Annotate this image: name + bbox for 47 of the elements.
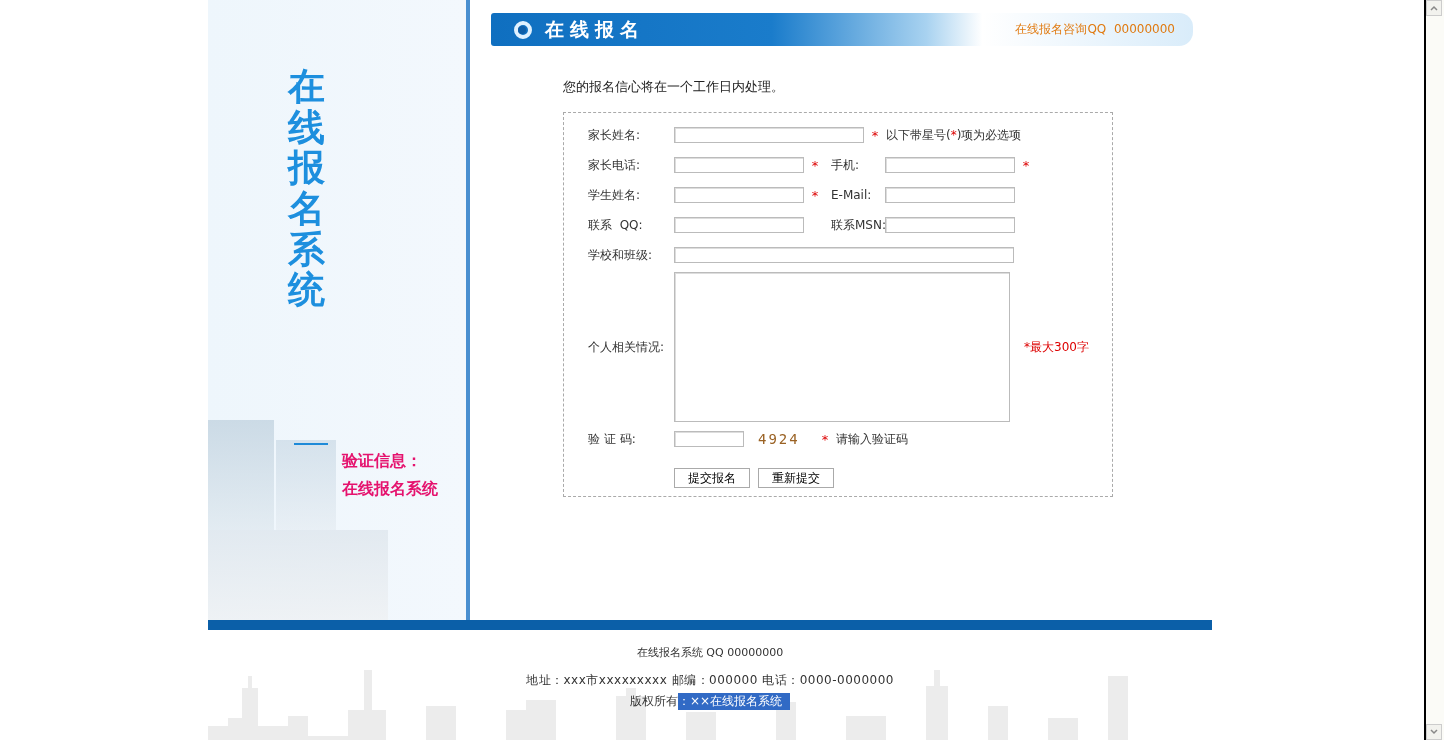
input-field[interactable]: [885, 157, 1015, 173]
footer-address: 地址：xxx市xxxxxxxxx 邮编：000000 电话：0000-0000000: [526, 672, 894, 689]
footer-contact: 在线报名系统 QQ 00000000: [636, 645, 784, 660]
up-chevron-icon: [1430, 5, 1439, 11]
info-value: 在线报名系统: [342, 478, 438, 501]
captcha-hint: 请输入验证码: [836, 430, 908, 448]
required-mark: *: [810, 157, 820, 173]
scroll-up-button[interactable]: [1426, 0, 1443, 16]
field-label: 手机:: [831, 156, 861, 174]
field-label: 个人相关情况:: [588, 338, 666, 356]
field-label: 家长姓名:: [588, 126, 642, 144]
captcha-field[interactable]: [674, 431, 744, 447]
text-area[interactable]: [674, 272, 1010, 422]
input-field[interactable]: [674, 127, 864, 143]
down-chevron-icon: [1430, 729, 1439, 735]
input-field[interactable]: [674, 217, 804, 233]
length-hint: *最大300字: [1024, 338, 1089, 356]
header-title: 在线报名: [545, 16, 646, 42]
scrollbar[interactable]: [1424, 0, 1444, 740]
info-label: 验证信息：: [342, 450, 423, 473]
copyright-owner: ：××在线报名系统: [677, 693, 791, 710]
required-mark: *: [820, 431, 830, 447]
sidebar-title: 在线报名系统: [288, 67, 325, 312]
required-mark: *: [810, 187, 820, 203]
captcha-code: 4924: [758, 431, 801, 447]
required-mark: *: [1021, 157, 1031, 173]
intro-text: 您的报名信心将在一个工作日内处理。: [563, 78, 785, 96]
reset-button[interactable]: 重新提交: [758, 468, 834, 488]
required-mark: *: [870, 127, 880, 143]
field-label: 学校和班级:: [588, 246, 654, 264]
input-field[interactable]: [674, 157, 804, 173]
ring-icon: [513, 19, 533, 40]
field-label: 学生姓名:: [588, 186, 642, 204]
field-label: 家长电话:: [588, 156, 642, 174]
field-label: E-Mail:: [831, 188, 873, 202]
submit-button[interactable]: 提交报名: [674, 468, 750, 488]
input-field[interactable]: [674, 187, 804, 203]
input-field[interactable]: [674, 247, 1014, 263]
scroll-down-button[interactable]: [1426, 724, 1443, 740]
copyright-label: 版权所有: [629, 693, 678, 710]
field-label: 联系 QQ:: [588, 216, 644, 234]
required-note: 以下带星号(*)项为必选项: [886, 126, 1022, 144]
input-field[interactable]: [885, 187, 1015, 203]
consult-text: 在线报名咨询QQ 00000000: [1015, 21, 1175, 38]
field-label: 联系MSN:: [831, 216, 885, 234]
field-label: 验 证 码:: [588, 430, 637, 448]
input-field[interactable]: [885, 217, 1015, 233]
